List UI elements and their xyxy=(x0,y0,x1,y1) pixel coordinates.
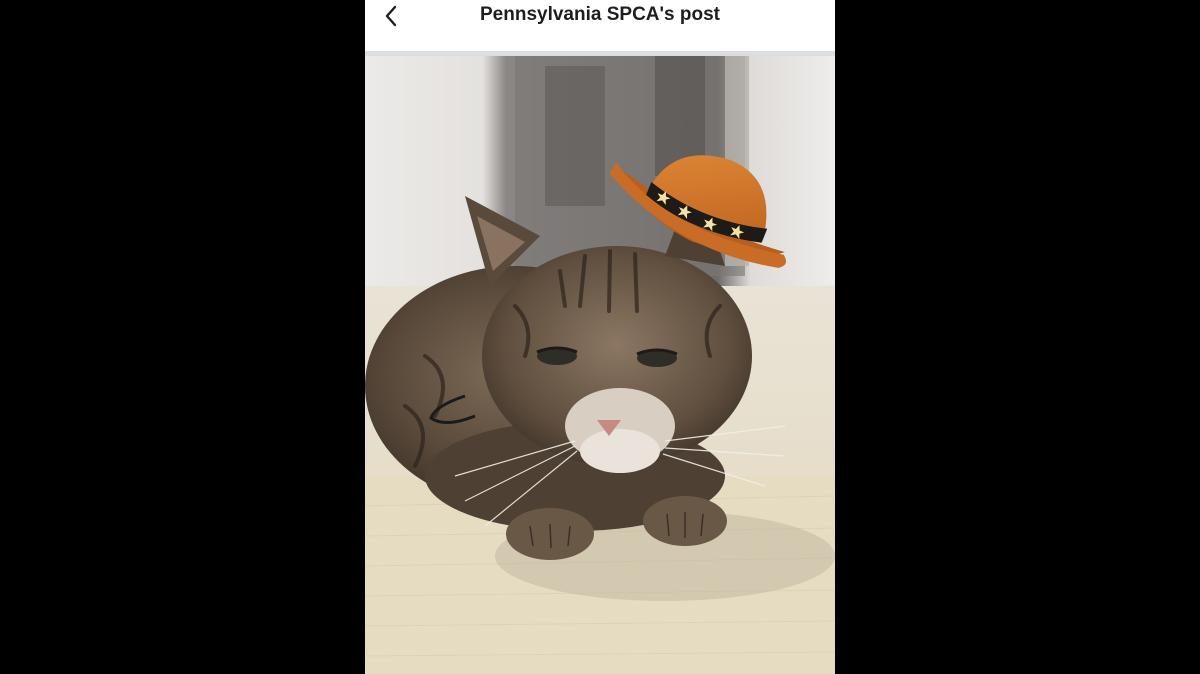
post-photo[interactable] xyxy=(365,56,835,674)
screen-frame: Pennsylvania SPCA's post xyxy=(0,0,1200,674)
post-viewer: Pennsylvania SPCA's post xyxy=(365,0,835,674)
top-bar: Pennsylvania SPCA's post xyxy=(365,0,835,51)
page-title: Pennsylvania SPCA's post xyxy=(480,4,720,25)
cat-photo-illustration xyxy=(365,56,835,674)
